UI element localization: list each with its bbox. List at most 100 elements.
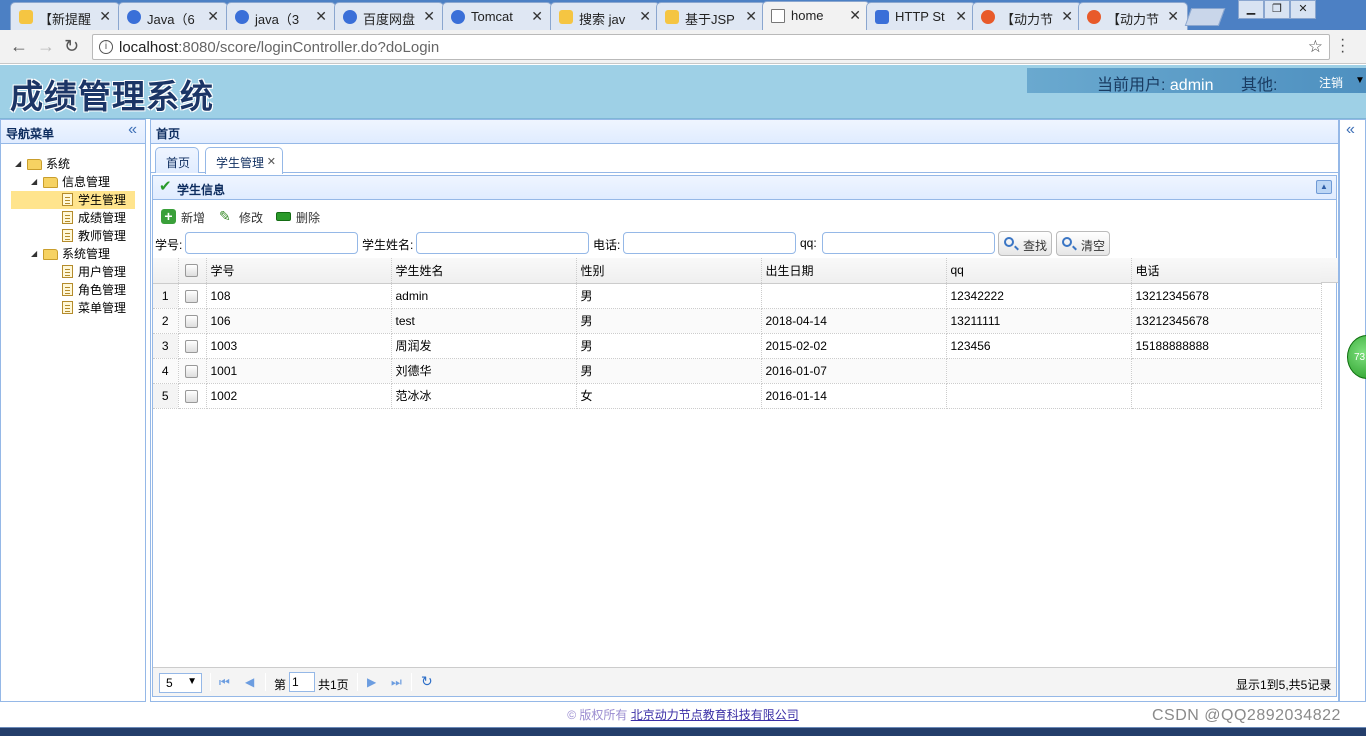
expand-triangle-icon[interactable]: ◢ bbox=[15, 155, 21, 173]
browser-tab[interactable]: 【新提醒 ✕ bbox=[10, 2, 120, 30]
checkbox[interactable] bbox=[184, 389, 198, 403]
close-tab-icon[interactable]: ✕ bbox=[1167, 8, 1179, 25]
caret-down-icon[interactable]: ▼ bbox=[1355, 75, 1365, 86]
collapse-left-icon[interactable]: « bbox=[128, 121, 137, 139]
page-number-input[interactable]: 1 bbox=[289, 672, 315, 692]
browser-tab[interactable]: 基于JSP ✕ bbox=[656, 2, 766, 30]
browser-tab[interactable]: 百度网盘 ✕ bbox=[334, 2, 444, 30]
collapse-up-icon[interactable]: ▲ bbox=[1316, 180, 1332, 194]
back-arrow-icon[interactable]: ← bbox=[10, 36, 28, 57]
browser-tab[interactable]: 搜索 jav ✕ bbox=[550, 2, 660, 30]
tree-node-teacher-management[interactable]: 教师管理 bbox=[11, 227, 135, 245]
clear-button[interactable]: 清空 bbox=[1056, 231, 1110, 256]
first-page-icon[interactable]: ⏮ bbox=[219, 675, 230, 690]
tree-node-user-management[interactable]: 用户管理 bbox=[11, 263, 135, 281]
browser-tab[interactable]: Tomcat ✕ bbox=[442, 2, 552, 30]
row-number-header bbox=[153, 258, 179, 284]
close-tab-icon[interactable]: ✕ bbox=[955, 8, 967, 25]
close-tab-icon[interactable]: ✕ bbox=[267, 155, 276, 168]
tab-favicon-icon bbox=[981, 10, 995, 24]
browser-tab[interactable]: HTTP St ✕ bbox=[866, 2, 976, 30]
logout-menu[interactable]: 注销 bbox=[1319, 74, 1343, 91]
column-header[interactable]: 性别 bbox=[576, 258, 762, 284]
last-page-icon[interactable]: ⏭ bbox=[391, 675, 402, 690]
table-row[interactable]: 1 108 admin 男 12342222 13212345678 bbox=[153, 283, 1322, 309]
browser-tab[interactable]: 【动力节 ✕ bbox=[1078, 2, 1188, 30]
row-checkbox[interactable] bbox=[178, 333, 207, 359]
browser-tab-active[interactable]: home ✕ bbox=[762, 1, 870, 30]
browser-tab[interactable]: Java（6 ✕ bbox=[118, 2, 228, 30]
search-button[interactable]: 查找 bbox=[998, 231, 1052, 256]
row-checkbox[interactable] bbox=[178, 358, 207, 384]
new-tab-button[interactable] bbox=[1184, 8, 1226, 26]
nav-panel-title: 导航菜单 bbox=[6, 127, 55, 141]
table-row[interactable]: 2 106 test 男 2018-04-14 13211111 1321234… bbox=[153, 308, 1322, 334]
next-page-icon[interactable]: ▶ bbox=[367, 675, 376, 689]
minimize-icon[interactable]: ▁ bbox=[1238, 0, 1264, 19]
close-tab-icon[interactable]: ✕ bbox=[207, 8, 219, 25]
checkbox[interactable] bbox=[184, 289, 198, 303]
column-header[interactable]: 电话 bbox=[1131, 258, 1322, 284]
close-tab-icon[interactable]: ✕ bbox=[849, 7, 861, 24]
bookmark-star-icon[interactable]: ☆ bbox=[1308, 37, 1323, 57]
tree-node-system-management[interactable]: ◢ 系统管理 bbox=[11, 245, 135, 263]
close-tab-icon[interactable]: ✕ bbox=[745, 8, 757, 25]
company-link[interactable]: 北京动力节点教育科技有限公司 bbox=[631, 708, 799, 722]
checkbox[interactable] bbox=[184, 339, 198, 353]
browser-menu-icon[interactable]: · · · bbox=[1340, 32, 1345, 60]
close-window-icon[interactable]: ✕ bbox=[1290, 0, 1316, 19]
csdn-watermark: CSDN @QQ2892034822 bbox=[1152, 707, 1341, 724]
row-checkbox[interactable] bbox=[178, 383, 207, 409]
expand-triangle-icon[interactable]: ◢ bbox=[31, 173, 37, 191]
app-logo: 成绩管理系统 bbox=[10, 77, 214, 116]
table-row[interactable]: 5 1002 范冰冰 女 2016-01-14 bbox=[153, 383, 1322, 409]
expand-left-icon[interactable]: « bbox=[1346, 121, 1355, 139]
checkbox[interactable] bbox=[184, 264, 198, 278]
column-header[interactable]: 学号 bbox=[206, 258, 392, 284]
browser-tab[interactable]: 【动力节 ✕ bbox=[972, 2, 1082, 30]
tab-home[interactable]: 首页 bbox=[155, 147, 199, 173]
column-header[interactable]: qq bbox=[946, 258, 1132, 284]
forward-arrow-icon[interactable]: → bbox=[37, 36, 55, 57]
reload-icon[interactable]: ↻ bbox=[64, 36, 79, 57]
url-field[interactable]: i localhost:8080/score/loginController.d… bbox=[92, 34, 1330, 60]
close-tab-icon[interactable]: ✕ bbox=[639, 8, 651, 25]
tree-node-student-management[interactable]: 学生管理 bbox=[11, 191, 135, 209]
page-size-select[interactable]: 5 ▼ bbox=[159, 673, 202, 693]
close-tab-icon[interactable]: ✕ bbox=[315, 8, 327, 25]
close-tab-icon[interactable]: ✕ bbox=[99, 8, 111, 25]
refresh-icon[interactable]: ↻ bbox=[421, 673, 433, 690]
edit-button[interactable]: ✎ 修改 bbox=[219, 209, 263, 226]
close-tab-icon[interactable]: ✕ bbox=[423, 8, 435, 25]
tree-node-menu-management[interactable]: 菜单管理 bbox=[11, 299, 135, 317]
tree-node-score-management[interactable]: 成绩管理 bbox=[11, 209, 135, 227]
row-checkbox[interactable] bbox=[178, 283, 207, 309]
info-icon[interactable]: i bbox=[99, 40, 113, 54]
column-header[interactable]: 出生日期 bbox=[761, 258, 947, 284]
tree-node-system[interactable]: ◢ 系统 bbox=[11, 155, 135, 173]
folder-open-icon bbox=[43, 177, 58, 188]
checkbox[interactable] bbox=[184, 364, 198, 378]
prev-page-icon[interactable]: ◀ bbox=[245, 675, 254, 689]
browser-tab[interactable]: java（3 ✕ bbox=[226, 2, 336, 30]
restore-icon[interactable]: ❐ bbox=[1264, 0, 1290, 19]
tree-node-info-management[interactable]: ◢ 信息管理 bbox=[11, 173, 135, 191]
tree-node-role-management[interactable]: 角色管理 bbox=[11, 281, 135, 299]
select-all-checkbox[interactable] bbox=[178, 258, 207, 284]
tab-student-management[interactable]: 学生管理 ✕ bbox=[205, 147, 283, 174]
add-button[interactable]: + 新增 bbox=[161, 209, 205, 226]
column-header[interactable]: 学生姓名 bbox=[391, 258, 577, 284]
checkbox[interactable] bbox=[184, 314, 198, 328]
cell-birthdate: 2018-04-14 bbox=[761, 308, 947, 334]
student-name-input[interactable] bbox=[416, 232, 589, 254]
expand-triangle-icon[interactable]: ◢ bbox=[31, 245, 37, 263]
table-row[interactable]: 4 1001 刘德华 男 2016-01-07 bbox=[153, 358, 1322, 384]
close-tab-icon[interactable]: ✕ bbox=[1061, 8, 1073, 25]
delete-button[interactable]: 删除 bbox=[276, 209, 320, 226]
table-row[interactable]: 3 1003 周润发 男 2015-02-02 123456 151888888… bbox=[153, 333, 1322, 359]
row-checkbox[interactable] bbox=[178, 308, 207, 334]
student-id-input[interactable] bbox=[185, 232, 358, 254]
close-tab-icon[interactable]: ✕ bbox=[531, 8, 543, 25]
phone-input[interactable] bbox=[623, 232, 796, 254]
qq-input[interactable] bbox=[822, 232, 995, 254]
